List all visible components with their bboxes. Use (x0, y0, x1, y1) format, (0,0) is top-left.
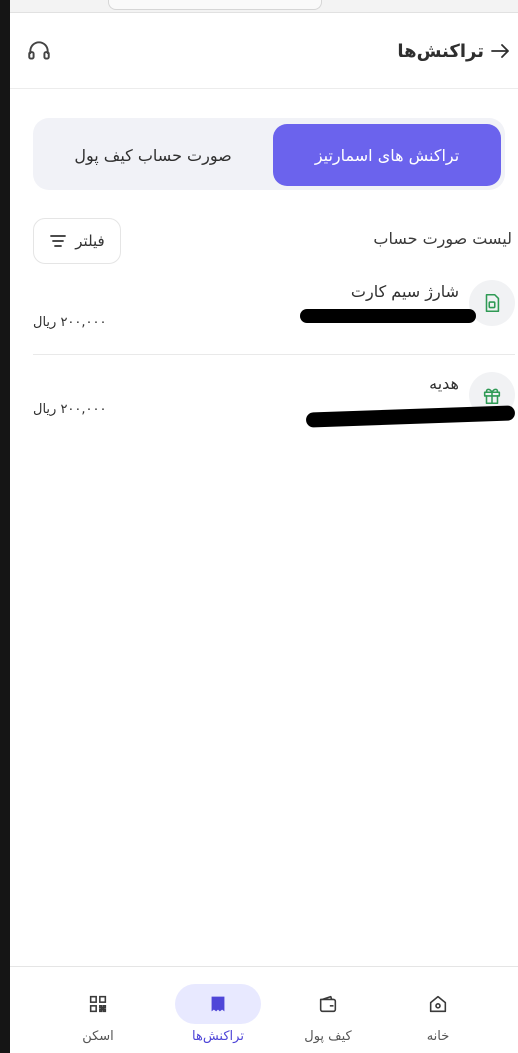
wallet-icon (317, 993, 339, 1015)
gift-icon (481, 384, 503, 406)
headset-support-icon[interactable] (26, 38, 52, 64)
page-header: تراکنش‌ها (10, 24, 518, 89)
filter-button[interactable]: فیلتر (33, 218, 121, 264)
transactions-page: تراکنش‌ها تراکنش های اسمارتیز صورت حساب … (0, 0, 518, 1053)
back-arrow-icon[interactable] (488, 39, 512, 63)
nav-home-label: خانه (426, 1029, 450, 1044)
nav-wallet[interactable]: کیف پول (273, 967, 383, 1053)
nav-icon-wrap (395, 984, 481, 1024)
tab-label-smarties: تراکنش های اسمارتیز (314, 145, 460, 165)
statement-list-title: لیست صورت حساب (373, 229, 512, 248)
transaction-title: هدیه (429, 374, 459, 393)
transaction-item[interactable]: هدیه ۲۰۰,۰۰۰ ریال (33, 366, 516, 436)
bottom-navigation: خانه کیف پول (10, 966, 518, 1053)
nav-wallet-label: کیف پول (304, 1029, 352, 1044)
sim-card-icon (481, 292, 503, 314)
nav-icon-wrap (175, 984, 261, 1024)
transaction-title: شارژ سیم کارت (350, 282, 459, 301)
tab-smarties-transactions[interactable]: تراکنش های اسمارتیز (273, 124, 501, 186)
nav-scan-label: اسکن (82, 1029, 114, 1044)
transaction-item[interactable]: شارژ سیم کارت ۲۰۰,۰۰۰ ریال (33, 272, 515, 355)
transaction-amount: ۲۰۰,۰۰۰ ریال (33, 315, 107, 330)
transaction-amount: ۲۰۰,۰۰۰ ریال (33, 402, 107, 417)
qr-scan-icon (87, 993, 109, 1015)
redacted-info-bar (305, 405, 516, 428)
receipt-icon (207, 993, 229, 1015)
nav-icon-wrap (55, 984, 141, 1024)
top-strip (10, 0, 518, 13)
nav-scan[interactable]: اسکن (43, 967, 153, 1053)
filter-lines-icon (49, 234, 67, 248)
nav-home[interactable]: خانه (383, 967, 493, 1053)
page-title: تراکنش‌ها (397, 41, 484, 62)
screen-left-edge (0, 0, 10, 1053)
transaction-tabs: تراکنش های اسمارتیز صورت حساب کیف پول (33, 118, 505, 190)
tab-wallet-statement[interactable]: صورت حساب کیف پول (37, 124, 269, 186)
filter-label: فیلتر (75, 232, 105, 250)
tab-label-wallet: صورت حساب کیف پول (74, 145, 232, 165)
home-icon (427, 993, 449, 1015)
nav-transactions-label: تراکنش‌ها (192, 1029, 244, 1044)
transaction-icon-circle (469, 280, 515, 326)
nav-transactions[interactable]: تراکنش‌ها (163, 967, 273, 1053)
nav-icon-wrap (285, 984, 371, 1024)
redacted-info-bar (300, 309, 476, 323)
top-pill (108, 0, 322, 10)
